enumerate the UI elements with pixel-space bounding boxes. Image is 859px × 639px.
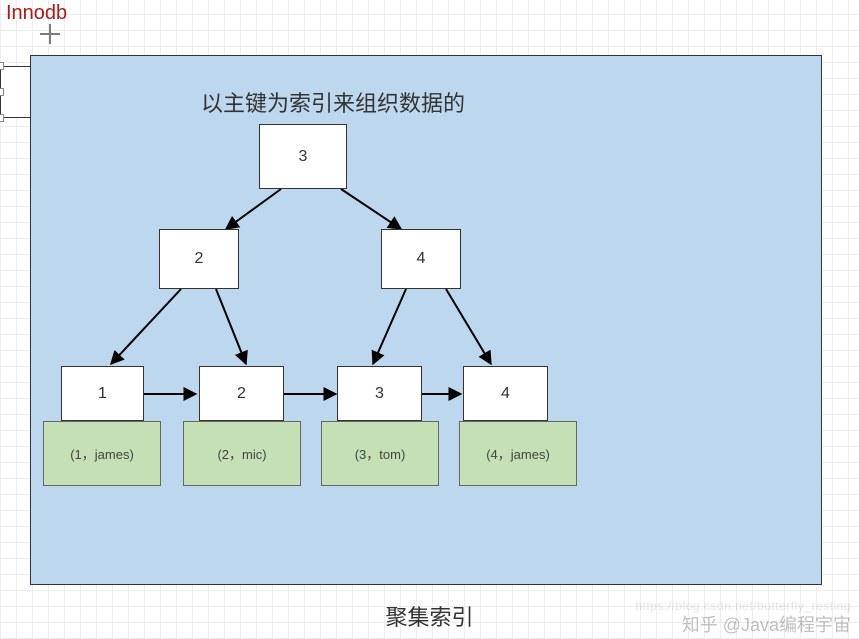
leaf-data-value: (4，james) (486, 444, 550, 463)
resize-handle[interactable] (0, 114, 4, 122)
node-value: 2 (195, 250, 204, 268)
watermark: 知乎 @Java编程宇宙 (682, 611, 851, 637)
leaf-data-node: (3，tom) (321, 421, 439, 486)
tree-root-node: 3 (259, 124, 347, 189)
node-value: 3 (299, 148, 308, 166)
node-value: 4 (417, 250, 426, 268)
node-value: 4 (501, 385, 510, 403)
leaf-data-node: (2，mic) (183, 421, 301, 486)
leaf-key-node: 1 (61, 366, 144, 421)
leaf-data-value: (1，james) (70, 444, 134, 463)
node-value: 3 (375, 385, 384, 403)
leaf-data-value: (3，tom) (355, 444, 406, 463)
diagram-panel: 以主键为索引来组织数据的 3 (30, 55, 822, 585)
move-cursor-icon (38, 22, 62, 46)
leaf-data-node: (4，james) (459, 421, 577, 486)
tree-edges (31, 56, 821, 584)
resize-handle[interactable] (0, 62, 4, 70)
node-value: 2 (237, 385, 246, 403)
resize-handle[interactable] (0, 88, 4, 96)
leaf-key-node: 2 (199, 366, 284, 421)
leaf-key-node: 4 (463, 366, 548, 421)
tree-node-right: 4 (381, 229, 461, 289)
leaf-data-node: (1，james) (43, 421, 161, 486)
leaf-data-value: (2，mic) (217, 444, 266, 463)
tree-diagram: 3 2 4 1 2 3 4 (1，james) (2，mic) (3，tom) (31, 56, 821, 584)
node-value: 1 (98, 385, 107, 403)
leaf-key-node: 3 (337, 366, 422, 421)
tree-node-left: 2 (159, 229, 239, 289)
